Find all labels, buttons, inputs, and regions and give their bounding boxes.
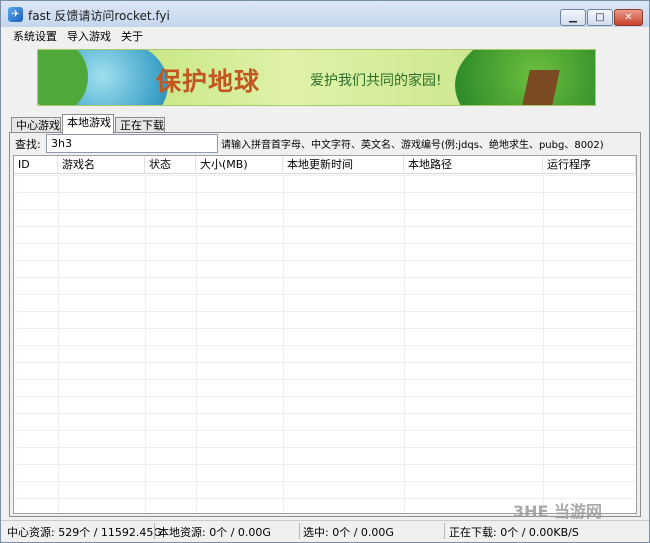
games-table[interactable]: ID 游戏名 状态 大小(MB) 本地更新时间 本地路径 运行程序	[13, 155, 637, 514]
window-title: fast 反馈请访问rocket.fyi	[28, 9, 170, 23]
status-divider	[154, 523, 155, 539]
column-header-local-path[interactable]: 本地路径	[404, 156, 543, 174]
column-divider	[543, 175, 544, 513]
menu-system-settings[interactable]: 系统设置	[13, 28, 57, 44]
title-bar[interactable]: ✈ fast 反馈请访问rocket.fyi ▁ □ ✕	[1, 1, 649, 27]
tab-local-games[interactable]: 本地游戏	[62, 114, 114, 134]
menu-import-games[interactable]: 导入游戏	[67, 28, 111, 44]
column-header-size[interactable]: 大小(MB)	[196, 156, 283, 174]
status-divider	[444, 523, 445, 539]
local-games-panel: 查找: 请输入拼音首字母、中文字符、英文名、游戏编号(例:jdqs、绝地求生、p…	[9, 132, 641, 517]
column-divider	[404, 175, 405, 513]
column-header-run-program[interactable]: 运行程序	[543, 156, 636, 174]
column-divider	[196, 175, 197, 513]
column-header-status[interactable]: 状态	[145, 156, 196, 174]
status-bar: 中心资源: 529个 / 11592.45G 本地资源: 0个 / 0.00G …	[1, 520, 649, 542]
leaves-image	[38, 50, 88, 105]
column-divider	[145, 175, 146, 513]
close-button[interactable]: ✕	[614, 9, 643, 26]
column-header-game-name[interactable]: 游戏名	[58, 156, 145, 174]
table-header: ID 游戏名 状态 大小(MB) 本地更新时间 本地路径 运行程序	[14, 156, 636, 174]
column-divider	[58, 175, 59, 513]
column-header-id[interactable]: ID	[14, 156, 58, 174]
status-divider	[299, 523, 300, 539]
menu-about[interactable]: 关于	[121, 28, 143, 44]
main-window: ✈ fast 反馈请访问rocket.fyi ▁ □ ✕ 系统设置 导入游戏 关…	[0, 0, 650, 543]
status-downloading: 正在下载: 0个 / 0.00KB/S	[449, 526, 579, 539]
column-divider	[283, 175, 284, 513]
banner-ad[interactable]: 保护地球 爱护我们共同的家园!	[37, 49, 596, 106]
watermark-logo: 3HE 当游网	[513, 502, 603, 521]
search-input[interactable]	[46, 134, 218, 153]
search-hint: 请输入拼音首字母、中文字符、英文名、游戏编号(例:jdqs、绝地求生、pubg、…	[221, 140, 604, 151]
search-label: 查找:	[15, 138, 41, 151]
banner-title: 保护地球	[156, 67, 261, 96]
column-header-update-time[interactable]: 本地更新时间	[283, 156, 404, 174]
app-icon: ✈	[8, 7, 23, 22]
banner-subtitle: 爱护我们共同的家园!	[310, 73, 442, 89]
status-selected: 选中: 0个 / 0.00G	[303, 526, 394, 539]
status-local-resources: 本地资源: 0个 / 0.00G	[158, 526, 271, 539]
menu-bar: 系统设置 导入游戏 关于	[1, 27, 649, 44]
maximize-button[interactable]: □	[587, 9, 613, 26]
minimize-button[interactable]: ▁	[560, 9, 586, 26]
status-center-resources: 中心资源: 529个 / 11592.45G	[7, 526, 162, 539]
